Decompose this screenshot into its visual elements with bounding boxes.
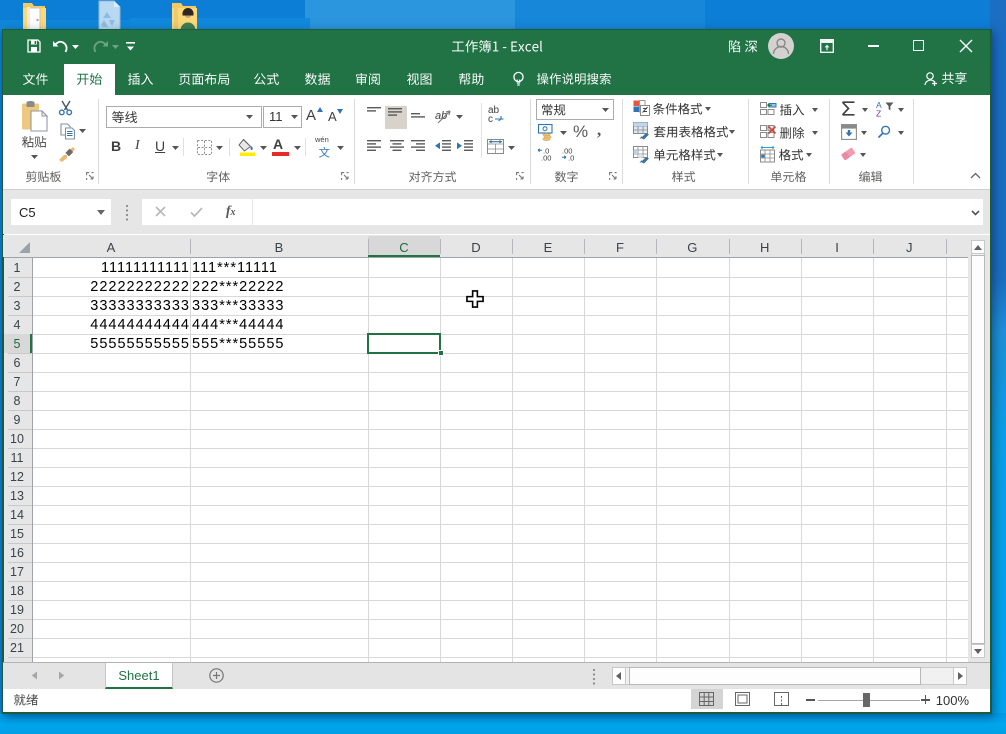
svg-text:.0: .0 (568, 154, 574, 163)
svg-text:Z: Z (876, 109, 881, 119)
svg-text:c: c (488, 114, 493, 125)
svg-text:.00: .00 (541, 154, 551, 163)
